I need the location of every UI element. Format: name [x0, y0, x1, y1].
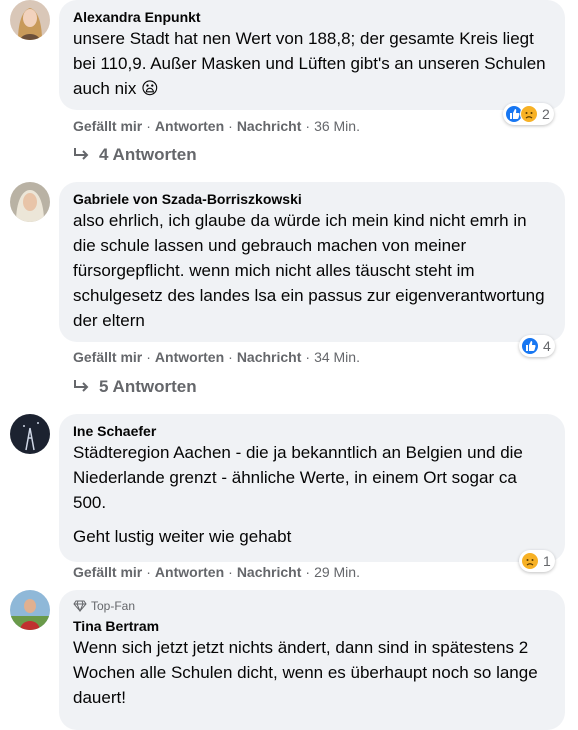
avatar[interactable] [10, 0, 50, 40]
comment-actions: Gefällt mir · Antworten · Nachricht · 36 Min. [73, 118, 360, 134]
comment-time[interactable]: 36 Min. [314, 118, 360, 134]
view-replies-button[interactable]: 4 Antworten [73, 145, 197, 165]
comment-author[interactable]: Tina Bertram [73, 617, 551, 635]
avatar[interactable] [10, 414, 50, 454]
message-button[interactable]: Nachricht [237, 564, 302, 580]
comment-bubble: Ine Schaefer Städteregion Aachen - die j… [59, 414, 565, 562]
sad-icon [520, 105, 538, 123]
reaction-summary[interactable]: 2 [503, 103, 554, 125]
reaction-count: 4 [543, 338, 551, 354]
diamond-icon [73, 600, 87, 612]
comment-bubble: Top-Fan Tina Bertram Wenn sich jetzt jet… [59, 590, 565, 730]
comment-text: Wenn sich jetzt jetzt nichts ändert, dan… [73, 638, 538, 707]
reaction-count: 1 [543, 553, 551, 569]
like-button[interactable]: Gefällt mir [73, 118, 142, 134]
reaction-count: 2 [542, 106, 550, 122]
replies-label: 4 Antworten [99, 145, 197, 164]
reply-button[interactable]: Antworten [155, 349, 224, 365]
reply-arrow-icon [74, 380, 89, 392]
like-icon [521, 337, 539, 355]
comment-time[interactable]: 29 Min. [314, 564, 360, 580]
message-button[interactable]: Nachricht [237, 118, 302, 134]
reply-button[interactable]: Antworten [155, 118, 224, 134]
comment-text: Städteregion Aachen - die ja bekanntlich… [73, 443, 523, 546]
comment-author[interactable]: Alexandra Enpunkt [73, 8, 551, 26]
reply-button[interactable]: Antworten [155, 564, 224, 580]
like-button[interactable]: Gefällt mir [73, 349, 142, 365]
sad-icon [521, 552, 539, 570]
top-fan-label: Top-Fan [91, 599, 136, 613]
comment-actions: Gefällt mir · Antworten · Nachricht · 34 Min. [73, 349, 360, 365]
comment-author[interactable]: Gabriele von Szada-Borriszkowski [73, 190, 551, 208]
reaction-summary[interactable]: 4 [519, 335, 555, 357]
comment-bubble: Alexandra Enpunkt unsere Stadt hat nen W… [59, 0, 565, 110]
avatar[interactable] [10, 590, 50, 630]
reaction-summary[interactable]: 1 [519, 550, 555, 572]
comment-text: unsere Stadt hat nen Wert von 188,8; der… [73, 29, 546, 98]
replies-label: 5 Antworten [99, 377, 197, 396]
top-fan-badge: Top-Fan [73, 598, 551, 614]
message-button[interactable]: Nachricht [237, 349, 302, 365]
like-button[interactable]: Gefällt mir [73, 564, 142, 580]
comment-bubble: Gabriele von Szada-Borriszkowski also eh… [59, 182, 565, 342]
comment-actions: Gefällt mir · Antworten · Nachricht · 29 Min. [73, 564, 360, 580]
reply-arrow-icon [74, 148, 89, 160]
comment-text: also ehrlich, ich glaube da würde ich me… [73, 211, 545, 330]
comment-author[interactable]: Ine Schaefer [73, 422, 551, 440]
comment-time[interactable]: 34 Min. [314, 349, 360, 365]
view-replies-button[interactable]: 5 Antworten [73, 377, 197, 397]
avatar[interactable] [10, 182, 50, 222]
